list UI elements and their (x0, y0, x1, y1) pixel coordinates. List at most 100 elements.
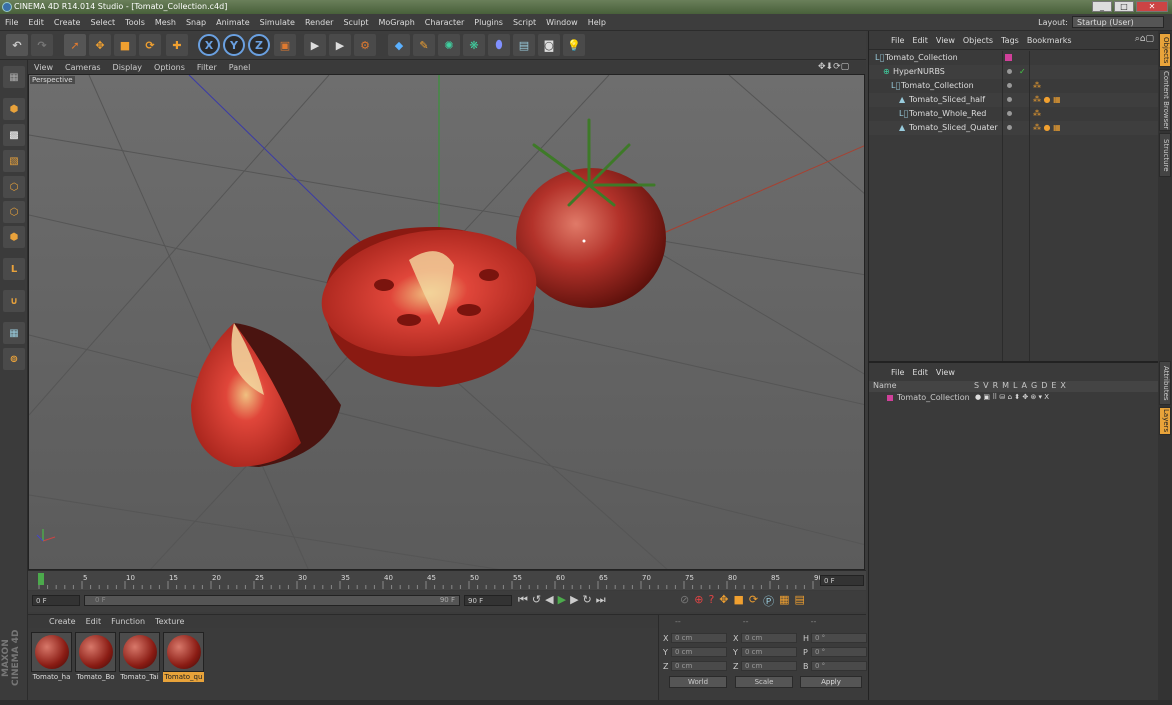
next-key-icon[interactable]: ↻ (583, 593, 592, 607)
axis-mode-icon[interactable]: L (3, 258, 25, 280)
layer-row[interactable]: Tomato_Collection ● ▣ ⠿ ⛁ ⌂ ⬍ ✥ ⊛ ▾ X (869, 393, 1159, 404)
tomato-sliced-quarter[interactable] (191, 323, 341, 467)
object-row[interactable]: L⃞ Tomato_Whole_Red ⁂ (869, 107, 1159, 121)
material-menu-edit[interactable]: Edit (81, 617, 107, 626)
rotate-icon[interactable]: ⟳ (139, 34, 161, 56)
viewport-menu-cameras[interactable]: Cameras (59, 63, 107, 72)
render-settings-icon[interactable]: ⚙ (354, 34, 376, 56)
redo-icon[interactable]: ↷ (31, 34, 53, 56)
menu-script[interactable]: Script (508, 18, 541, 27)
menu-window[interactable]: Window (541, 18, 583, 27)
material-menu-function[interactable]: Function (106, 617, 150, 626)
visibility-dot[interactable] (1007, 97, 1012, 102)
coord-value-input[interactable]: 0 cm (671, 633, 727, 643)
tomato-whole-red[interactable] (516, 118, 666, 308)
previous-key-icon[interactable]: ↺ (532, 593, 541, 607)
camera-icon[interactable]: ◙ (538, 34, 560, 56)
object-menu-view[interactable]: View (932, 36, 959, 45)
object-name[interactable]: Tomato_Sliced_half (909, 93, 985, 107)
light-icon[interactable]: 💡 (563, 34, 585, 56)
material-menu-create[interactable]: Create (44, 617, 81, 626)
visibility-dot[interactable] (1007, 83, 1012, 88)
texture-tag-icon[interactable]: ⁂ ● ▦ (1033, 121, 1061, 135)
record-icon[interactable]: ⊘ (680, 593, 689, 609)
floor-icon[interactable]: ▤ (513, 34, 535, 56)
visibility-dot[interactable] (1007, 111, 1012, 116)
menu-character[interactable]: Character (420, 18, 470, 27)
workplane-mode-icon[interactable]: ▧ (3, 150, 25, 172)
spline-pen-icon[interactable]: ✎ (413, 34, 435, 56)
undo-icon[interactable]: ↶ (6, 34, 28, 56)
texture-mode-icon[interactable]: ▩ (3, 124, 25, 146)
object-name[interactable]: HyperNURBS (893, 65, 945, 79)
coord-value-input[interactable]: 0 ° (811, 647, 867, 657)
auto-keying-icon[interactable]: ⊕ (694, 593, 703, 609)
apply-button[interactable]: Apply (800, 676, 862, 688)
perspective-viewport[interactable]: Perspective (28, 74, 865, 570)
recent-tools-icon[interactable]: ✚ (166, 34, 188, 56)
magnet-icon[interactable]: ∪ (3, 290, 25, 312)
make-editable-icon[interactable]: ▦ (3, 66, 25, 88)
object-row[interactable]: L⃞ Tomato_Collection (869, 51, 1159, 65)
material-swatch[interactable]: Tomato_Tai (119, 632, 160, 682)
scale-icon[interactable]: ■ (114, 34, 136, 56)
visibility-dot[interactable] (1007, 69, 1012, 74)
texture-tag-icon[interactable]: ⁂ (1033, 107, 1041, 121)
visibility-dot[interactable] (1007, 125, 1012, 130)
menu-mesh[interactable]: Mesh (150, 18, 181, 27)
object-row[interactable]: ▲ Tomato_Sliced_half ⁂ ● ▦ (869, 93, 1159, 107)
object-row[interactable]: L⃞ Tomato_Collection ⁂ (869, 79, 1159, 93)
minimize-button[interactable]: _ (1092, 1, 1112, 12)
menu-plugins[interactable]: Plugins (469, 18, 508, 27)
coord-value-input[interactable]: 0 cm (741, 647, 797, 657)
viewport-menu-panel[interactable]: Panel (223, 63, 257, 72)
coord-value-input[interactable]: 0 ° (811, 633, 867, 643)
coord-value-input[interactable]: 0 ° (811, 661, 867, 671)
material-preview[interactable] (31, 632, 72, 672)
layer-menu-edit[interactable]: Edit (908, 368, 932, 377)
menu-help[interactable]: Help (583, 18, 611, 27)
y-axis-lock-button[interactable]: Y (223, 34, 245, 56)
viewport-menu-view[interactable]: View (28, 63, 59, 72)
live-selection-icon[interactable]: ➚ (64, 34, 86, 56)
texture-tag-icon[interactable]: ⁂ ● ▦ (1033, 93, 1061, 107)
object-menu-bookmarks[interactable]: Bookmarks (1023, 36, 1076, 45)
coord-value-input[interactable]: 0 cm (671, 661, 727, 671)
menu-tools[interactable]: Tools (120, 18, 150, 27)
menu-mograph[interactable]: MoGraph (373, 18, 419, 27)
workplane-icon[interactable]: ▦ (3, 322, 25, 344)
material-menu-texture[interactable]: Texture (150, 617, 189, 626)
material-preview[interactable] (75, 632, 116, 672)
model-mode-icon[interactable]: ⬢ (3, 98, 25, 120)
object-menu-edit[interactable]: Edit (908, 36, 932, 45)
layout-dropdown[interactable]: Startup (User) (1072, 16, 1164, 28)
material-swatch[interactable]: Tomato_qu (163, 632, 204, 682)
layer-menu-view[interactable]: View (932, 368, 959, 377)
object-menu-tags[interactable]: Tags (997, 36, 1023, 45)
key-parameter-icon[interactable]: Ⓟ (763, 593, 774, 609)
texture-tag-icon[interactable]: ⁂ (1033, 79, 1041, 93)
menu-file[interactable]: File (0, 18, 23, 27)
coordinate-system-icon[interactable]: ▣ (274, 34, 296, 56)
object-name[interactable]: Tomato_Whole_Red (909, 107, 986, 121)
deformer-icon[interactable]: ⬮ (488, 34, 510, 56)
viewport-menu-options[interactable]: Options (148, 63, 191, 72)
material-swatch[interactable]: Tomato_ha (31, 632, 72, 682)
tab-structure[interactable]: Structure (1159, 133, 1171, 177)
menu-select[interactable]: Select (85, 18, 120, 27)
key-position-icon[interactable]: ✥ (719, 593, 728, 609)
x-axis-lock-button[interactable]: X (198, 34, 220, 56)
layer-name[interactable]: Tomato_Collection (897, 393, 970, 402)
menu-snap[interactable]: Snap (181, 18, 211, 27)
object-name[interactable]: Tomato_Collection (885, 51, 958, 65)
timeline-playhead[interactable] (38, 573, 44, 585)
layer-toggles[interactable]: ● ▣ ⠿ ⛁ ⌂ ⬍ ✥ ⊛ ▾ X (975, 393, 1049, 401)
world-dropdown[interactable]: World (669, 676, 727, 688)
z-axis-lock-button[interactable]: Z (248, 34, 270, 56)
material-swatch[interactable]: Tomato_Bo (75, 632, 116, 682)
menu-animate[interactable]: Animate (211, 18, 255, 27)
timeline-ruler[interactable]: 051015202530354045505560657075808590 0 F (28, 570, 866, 590)
key-rotation-icon[interactable]: ⟳ (749, 593, 758, 609)
menu-render[interactable]: Render (300, 18, 338, 27)
go-to-start-icon[interactable]: ⏮ (518, 593, 528, 607)
